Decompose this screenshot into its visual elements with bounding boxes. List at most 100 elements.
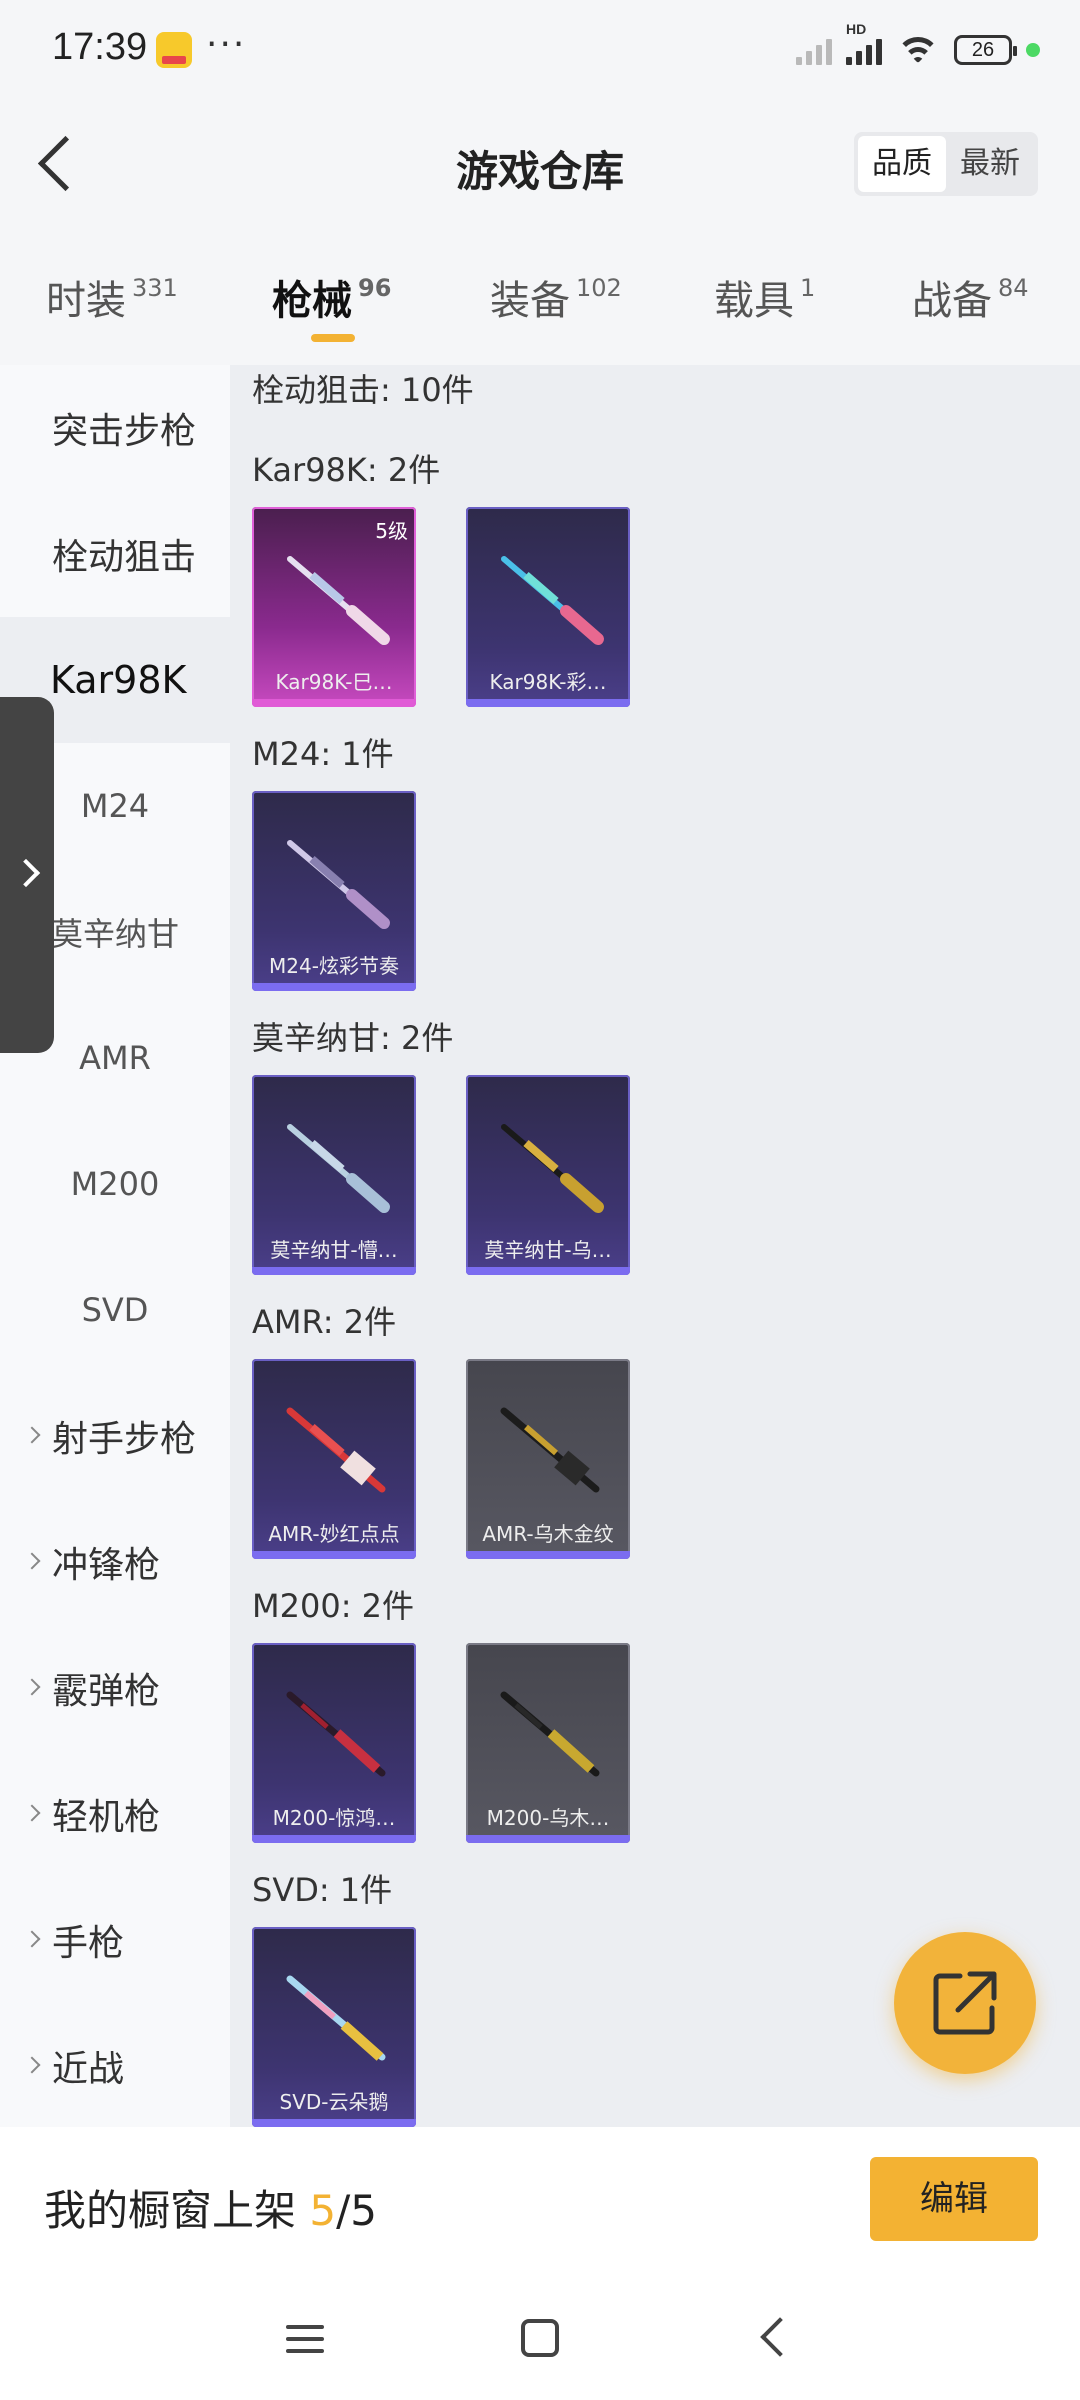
- status-bar: 17:39 ··· HD 26: [0, 0, 1080, 100]
- rifle-icon: [286, 1691, 386, 1777]
- sidebar-item-shotgun[interactable]: 霰弹枪: [0, 1625, 230, 1751]
- sidebar-item-marksman-rifle[interactable]: 射手步枪: [0, 1373, 230, 1499]
- group-title: Kar98K: 2件: [252, 451, 441, 489]
- sort-latest-button[interactable]: 最新: [946, 136, 1034, 192]
- sidebar-item-label: M200: [70, 1165, 160, 1203]
- sidebar-item-label: 栓动狙击: [52, 537, 197, 578]
- home-icon[interactable]: [521, 2319, 559, 2357]
- tab-count: 331: [132, 274, 178, 302]
- signal-weak-icon: [796, 35, 832, 65]
- showcase-label: 我的橱窗上架: [44, 2186, 310, 2235]
- rarity-bar: [252, 1835, 416, 1843]
- chevron-right-icon: [23, 1678, 41, 1696]
- weapon-card[interactable]: Kar98K-彩…: [466, 507, 630, 707]
- hd-label: HD: [846, 21, 867, 37]
- chevron-right-icon: [23, 1930, 41, 1948]
- weapon-name: AMR-妙红点点: [268, 1522, 400, 1546]
- rarity-bar: [252, 1267, 416, 1275]
- tab-fashion[interactable]: 时装 331: [46, 268, 178, 326]
- sidebar-item-smg[interactable]: 冲锋枪: [0, 1499, 230, 1625]
- tab-count: 1: [800, 274, 816, 302]
- wifi-icon: [896, 35, 940, 65]
- weapon-card[interactable]: M24-炫彩节奏: [252, 791, 416, 991]
- rifle-icon: [287, 556, 390, 645]
- section-title: 栓动狙击: 10件: [252, 371, 474, 409]
- weapon-name: M24-炫彩节奏: [269, 954, 399, 978]
- tab-count: 84: [998, 274, 1029, 302]
- tab-equipment[interactable]: 装备 102: [490, 268, 622, 326]
- app-notification-icon: [156, 32, 192, 68]
- rarity-bar: [466, 1551, 630, 1559]
- app-header: 游戏仓库 品质 最新: [0, 100, 1080, 230]
- showcase-total-count: /5: [336, 2186, 377, 2235]
- rarity-bar: [252, 2119, 416, 2127]
- tab-supplies[interactable]: 战备 84: [912, 268, 1029, 326]
- sidebar-item-melee[interactable]: 近战: [0, 2003, 230, 2129]
- sidebar-item-m200[interactable]: M200: [0, 1121, 230, 1247]
- tab-count: 102: [576, 274, 622, 302]
- sort-toggle: 品质 最新: [854, 132, 1038, 196]
- sidebar-item-label: AMR: [79, 1039, 151, 1077]
- drawer-handle-chevron-right-icon[interactable]: [0, 697, 54, 1053]
- weapon-name: M200-惊鸿…: [272, 1806, 396, 1830]
- recent-apps-icon[interactable]: [286, 2321, 324, 2357]
- sidebar-item-label: Kar98K: [50, 658, 187, 702]
- sidebar: 突击步枪 栓动狙击 Kar98K M24 莫辛纳甘 AMR M200 SVD 射…: [0, 365, 230, 2127]
- weapon-card[interactable]: M200-惊鸿…: [252, 1643, 416, 1843]
- sidebar-item-label: 射手步枪: [52, 1419, 197, 1460]
- rarity-bar: [252, 1551, 416, 1559]
- weapon-card[interactable]: SVD-云朵鹅: [252, 1927, 416, 2127]
- sidebar-item-svd[interactable]: SVD: [0, 1247, 230, 1373]
- weapon-card[interactable]: 5级 Kar98K-巳…: [252, 507, 416, 707]
- weapon-card[interactable]: AMR-乌木金纹: [466, 1359, 630, 1559]
- tab-label: 战备: [912, 278, 992, 324]
- weapon-name: 莫辛纳甘-乌…: [484, 1238, 612, 1262]
- showcase-bar: 我的橱窗上架 5/5 编辑: [0, 2127, 1080, 2277]
- sidebar-item-assault-rifle[interactable]: 突击步枪: [0, 365, 230, 491]
- weapon-name: Kar98K-巳…: [275, 670, 393, 694]
- chevron-right-icon: [23, 1804, 41, 1822]
- rifle-icon: [500, 1407, 600, 1493]
- chevron-right-icon: [23, 1552, 41, 1570]
- edit-button[interactable]: 编辑: [870, 2157, 1038, 2241]
- chevron-right-icon: [23, 2056, 41, 2074]
- group-title: 莫辛纳甘: 2件: [252, 1019, 454, 1057]
- sidebar-item-label: 手枪: [52, 1923, 125, 1964]
- sidebar-item-lmg[interactable]: 轻机枪: [0, 1751, 230, 1877]
- sidebar-item-label: 霰弹枪: [52, 1671, 161, 1712]
- share-external-icon[interactable]: [894, 1932, 1036, 2074]
- system-back-icon[interactable]: [760, 2317, 800, 2357]
- tab-vehicles[interactable]: 载具 1: [714, 268, 815, 326]
- weapon-name: 莫辛纳甘-懵…: [270, 1238, 398, 1262]
- chevron-right-icon: [23, 1426, 41, 1444]
- sidebar-item-label: 莫辛纳甘: [50, 915, 179, 953]
- rifle-icon: [500, 1691, 600, 1777]
- sidebar-item-label: 轻机枪: [52, 1797, 161, 1838]
- status-time: 17:39: [52, 26, 148, 68]
- sidebar-item-label: 近战: [52, 2049, 125, 2090]
- rarity-bar: [466, 699, 630, 707]
- sort-quality-button[interactable]: 品质: [858, 136, 946, 192]
- battery-icon: 26: [954, 35, 1017, 65]
- tab-label: 装备: [490, 278, 570, 324]
- weapon-name: Kar98K-彩…: [489, 670, 607, 694]
- tab-firearms[interactable]: 枪械 96: [272, 268, 391, 326]
- rifle-icon: [287, 1124, 390, 1213]
- weapon-card[interactable]: M200-乌木…: [466, 1643, 630, 1843]
- group-title: AMR: 2件: [252, 1303, 397, 1341]
- signal-hd-icon: HD: [846, 21, 882, 65]
- sidebar-item-label: 突击步枪: [52, 411, 197, 452]
- tab-label: 时装: [46, 278, 126, 324]
- group-title: M200: 2件: [252, 1587, 415, 1625]
- group-title: SVD: 1件: [252, 1871, 393, 1909]
- sidebar-item-label: SVD: [81, 1291, 149, 1329]
- group-title: M24: 1件: [252, 735, 394, 773]
- weapon-card[interactable]: AMR-妙红点点: [252, 1359, 416, 1559]
- weapon-card[interactable]: 莫辛纳甘-乌…: [466, 1075, 630, 1275]
- share-arrow-glyph: [933, 1971, 997, 2035]
- sidebar-item-pistol[interactable]: 手枪: [0, 1877, 230, 2003]
- more-notifications-icon: ···: [206, 24, 247, 65]
- rifle-icon: [286, 1407, 386, 1493]
- sidebar-item-bolt-sniper[interactable]: 栓动狙击: [0, 491, 230, 617]
- weapon-card[interactable]: 莫辛纳甘-懵…: [252, 1075, 416, 1275]
